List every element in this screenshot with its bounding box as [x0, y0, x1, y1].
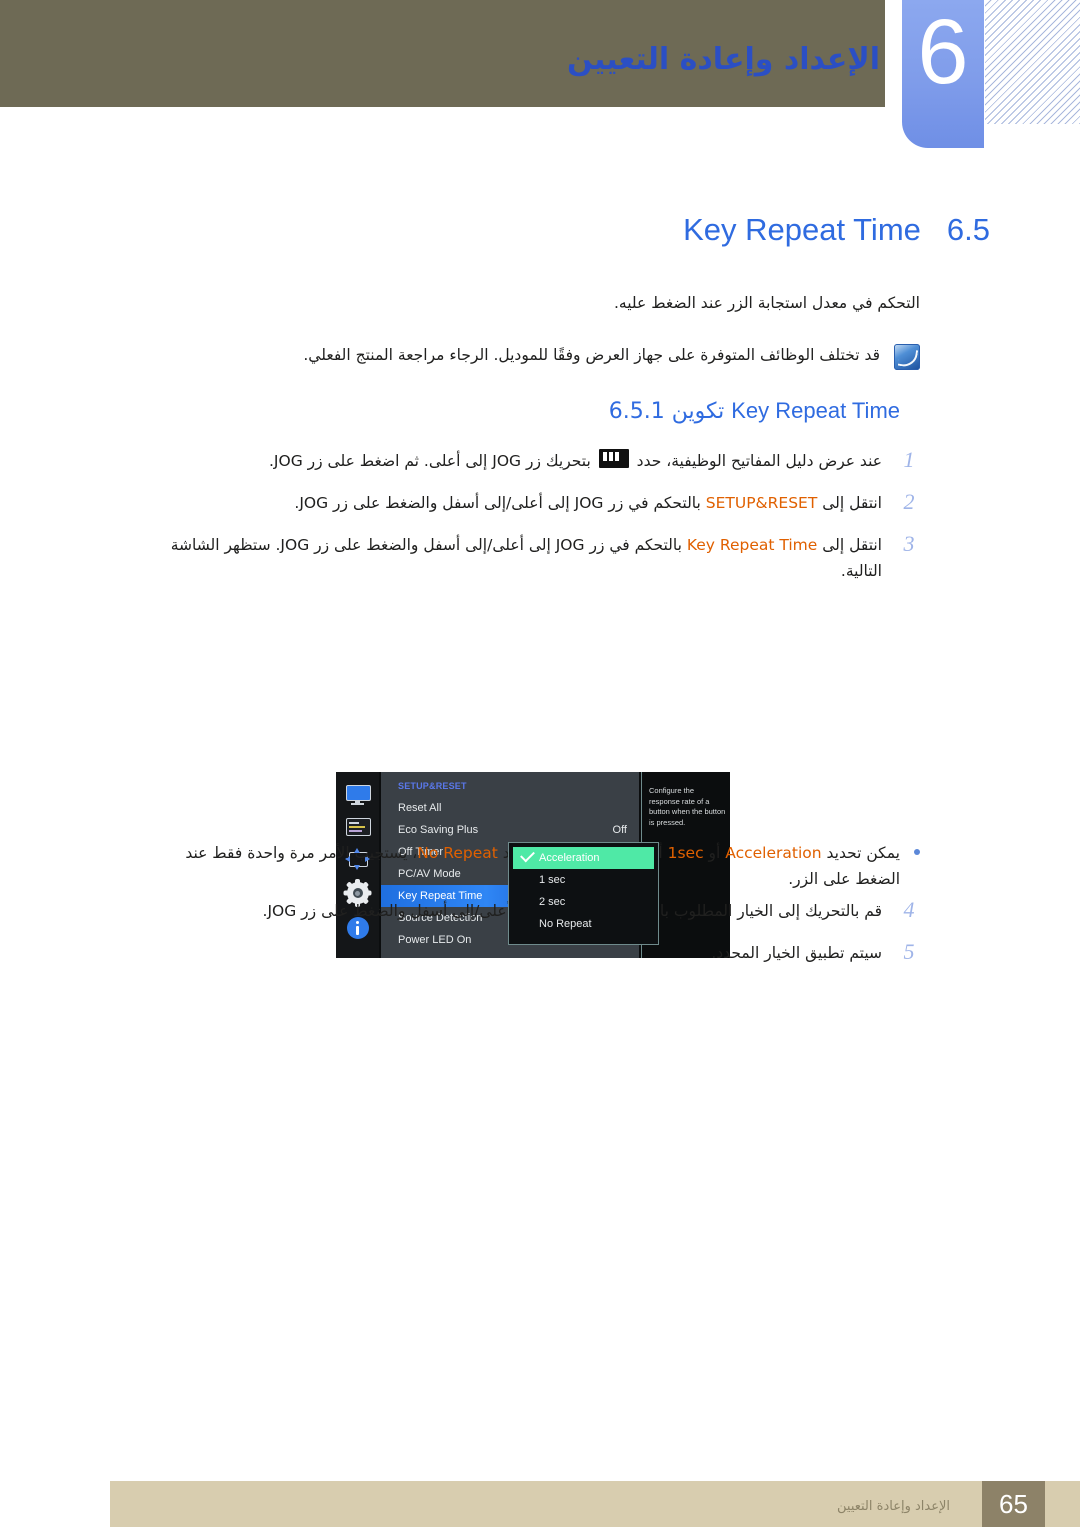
subsection-title-latin: Key Repeat Time	[731, 398, 900, 423]
subsection-title-arabic: تكوين	[671, 399, 725, 424]
highlighted-term: Acceleration	[725, 844, 822, 862]
step-item: 2 انتقل إلى SETUP&RESET بالتحكم في زر JOG…	[160, 490, 920, 516]
footer-page-number: 65	[982, 1481, 1045, 1527]
step-number: 4	[903, 897, 915, 922]
step-number: 1	[903, 447, 915, 472]
monitor-icon[interactable]	[345, 785, 371, 805]
osd-option-popup: Acceleration 1 sec 2 sec No Repeat	[508, 842, 659, 945]
text-run: أو	[703, 844, 726, 862]
note-callout: قد تختلف الوظائف المتوفرة على جهاز العرض…	[160, 343, 920, 370]
note-text: قد تختلف الوظائف المتوفرة على جهاز العرض…	[303, 346, 880, 364]
osd-popup-option-label: Acceleration	[539, 852, 600, 864]
text-run: بتحريك زر JOG إلى أعلى. ثم اضغط على زر J…	[268, 452, 596, 470]
step-text: عند عرض دليل المفاتيح الوظيفية، حدد بتحر…	[160, 448, 882, 474]
page-title-text: Key Repeat Time	[683, 212, 921, 247]
page-title: Key Repeat Time 6.5	[683, 212, 990, 248]
check-icon	[520, 847, 535, 863]
osd-popup-option-label: 1 sec	[539, 874, 566, 886]
text-run: بالتحكم في زر JOG إلى أعلى/إلى أسفل والض…	[294, 494, 706, 512]
osd-menu-header: SETUP&RESET	[398, 781, 467, 791]
chapter-tab: 6	[902, 0, 984, 148]
subsection-number: 6.5.1	[608, 399, 665, 424]
highlighted-term: SETUP&RESET	[705, 494, 818, 512]
step-number: 3	[903, 531, 915, 556]
highlighted-term: 1sec	[667, 844, 704, 862]
footer-chapter-text: الإعداد وإعادة التعيين	[837, 1499, 950, 1514]
osd-popup-option[interactable]: 1 sec	[509, 869, 658, 891]
text-run: سيتم تطبيق الخيار المحدد.	[711, 944, 882, 962]
osd-menu-item[interactable]: Eco Saving Plus Off	[381, 819, 639, 841]
osd-menu-item[interactable]: Reset All	[381, 797, 639, 819]
osd-menu-item-value: Off	[612, 824, 627, 836]
osd-menu-item-label: Reset All	[398, 802, 442, 814]
osd-popup-option-label: 2 sec	[539, 896, 566, 908]
decorative-stripes	[985, 0, 1080, 124]
step-item: 3 انتقل إلى Key Repeat Time بالتحكم في زر…	[160, 532, 920, 584]
samsung-note-icon	[894, 344, 920, 370]
step-number: 2	[903, 489, 915, 514]
subsection-title: Key Repeat Time تكوين 6.5.1	[585, 398, 900, 424]
step-text: انتقل إلى Key Repeat Time بالتحكم في زر …	[160, 532, 882, 584]
chapter-title: الإعداد وإعادة التعيين	[566, 42, 880, 77]
highlighted-term: Key Repeat Time	[686, 536, 818, 554]
step-text: انتقل إلى SETUP&RESET بالتحكم في زر JOG …	[160, 490, 882, 516]
osd-menu-item-label: Eco Saving Plus	[398, 824, 479, 836]
bullet-dot-icon	[914, 849, 920, 855]
text-run: انتقل إلى	[817, 494, 882, 512]
text-run: انتقل إلى	[817, 536, 882, 554]
chapter-number: 6	[917, 1, 969, 103]
steps-list-before: 1 عند عرض دليل المفاتيح الوظيفية، حدد بتح…	[160, 448, 920, 600]
osd-popup-option[interactable]: Acceleration	[513, 847, 654, 869]
step-item: 1 عند عرض دليل المفاتيح الوظيفية، حدد بتح…	[160, 448, 920, 474]
picture-icon[interactable]	[345, 817, 371, 837]
step-number: 5	[903, 939, 915, 964]
jog-button-icon	[598, 449, 629, 468]
osd-popup-option[interactable]: No Repeat	[509, 913, 658, 935]
page-title-number: 6.5	[946, 212, 990, 247]
osd-popup-option[interactable]: 2 sec	[509, 891, 658, 913]
text-run: عند عرض دليل المفاتيح الوظيفية، حدد	[631, 452, 882, 470]
section-lead-text: التحكم في معدل استجابة الزر عند الضغط عل…	[614, 294, 920, 312]
osd-popup-option-label: No Repeat	[539, 918, 592, 930]
text-run: يمكن تحديد	[821, 844, 900, 862]
highlighted-term: No Repeat	[417, 844, 498, 862]
